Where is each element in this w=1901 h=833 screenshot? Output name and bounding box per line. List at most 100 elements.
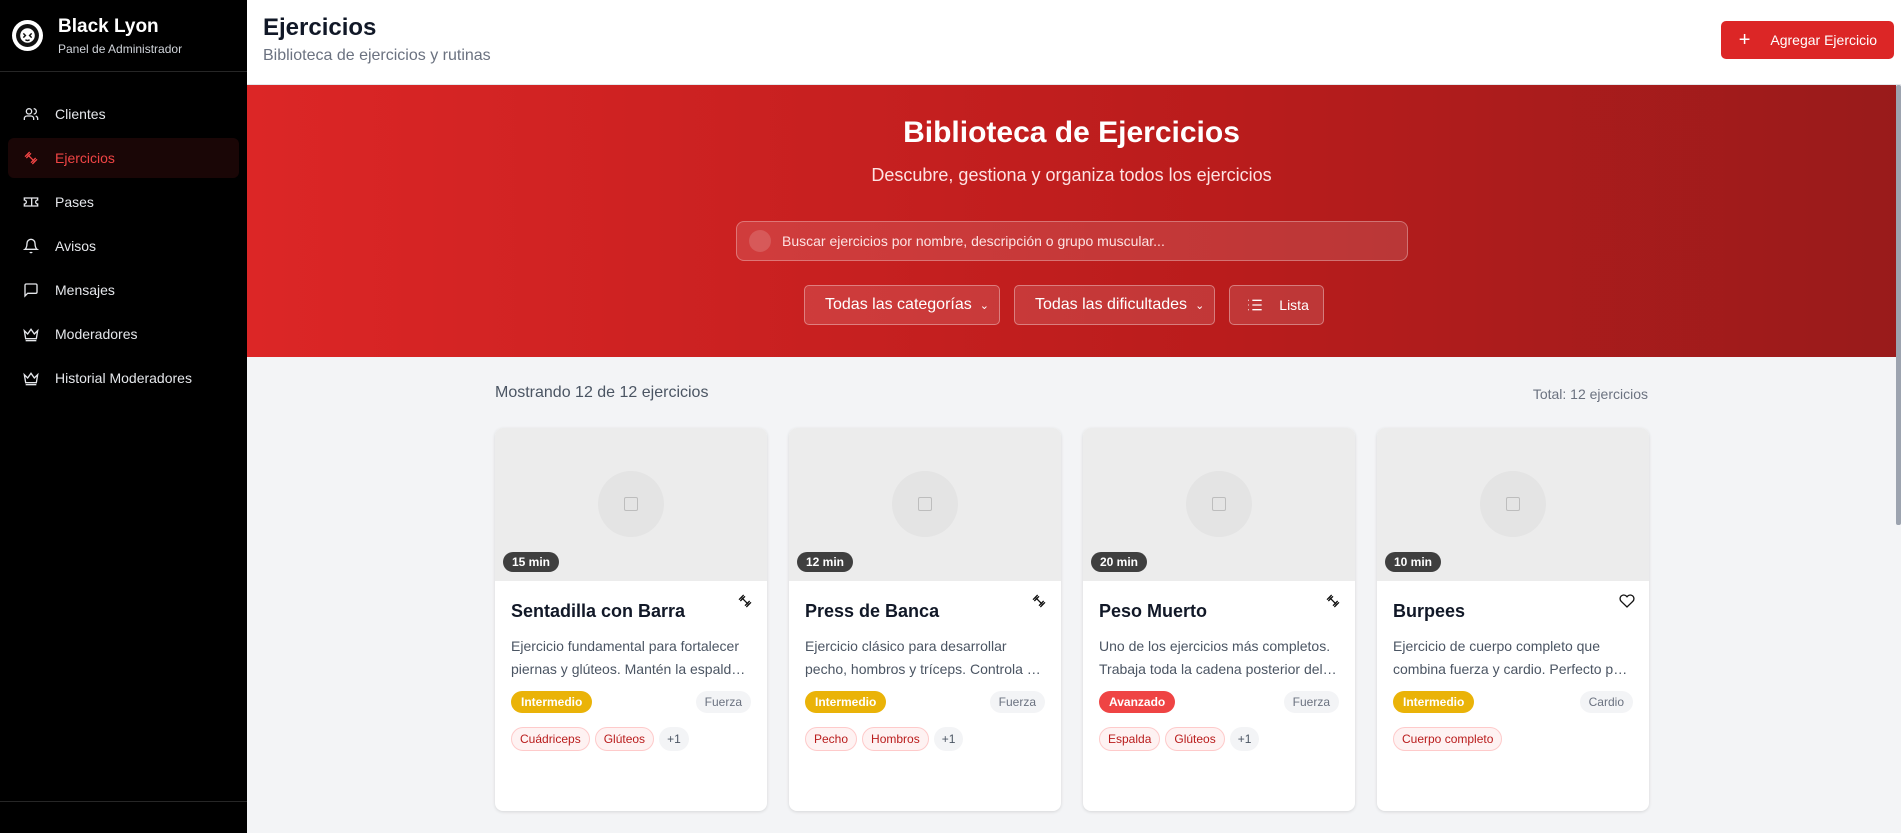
more-tags-badge: +1 xyxy=(933,727,964,751)
sidebar-item-ejercicios[interactable]: Ejercicios xyxy=(8,138,239,178)
category-badge: Fuerza xyxy=(989,691,1045,713)
brand-subtitle: Panel de Administrador xyxy=(58,41,183,56)
sidebar-item-clientes[interactable]: Clientes xyxy=(8,94,239,134)
exercise-image-placeholder: 12 min xyxy=(789,428,1061,581)
duration-badge: 12 min xyxy=(797,552,854,572)
users-icon xyxy=(23,108,39,120)
difficulty-badge: Avanzado xyxy=(1099,691,1176,713)
hero-banner: Biblioteca de Ejercicios Descubre, gesti… xyxy=(247,85,1896,357)
description-line: combina fuerza y cardio. Perfecto para q… xyxy=(1393,661,1633,677)
page-title: Ejercicios xyxy=(263,14,377,41)
page-subtitle: Biblioteca de ejercicios y rutinas xyxy=(263,47,491,64)
exercise-card[interactable]: 15 min Sentadilla con Barra Ejercicio fu… xyxy=(495,428,767,811)
dumbbell-icon[interactable] xyxy=(737,593,753,614)
message-icon xyxy=(24,283,38,298)
description-line: Ejercicio fundamental para fortalecer xyxy=(511,638,740,654)
dumbbell-icon xyxy=(24,151,38,165)
scrollbar[interactable] xyxy=(1896,85,1901,525)
brand: Black Lyon Panel de Administrador xyxy=(0,0,247,72)
duration-badge: 20 min xyxy=(1091,552,1148,572)
muscle-tag: Espalda xyxy=(1099,727,1161,751)
crown-icon xyxy=(23,372,39,386)
difficulty-select-value: Todas las dificultades xyxy=(1034,296,1188,313)
filters: Todas las categorías ⌄ Todas las dificul… xyxy=(804,285,1325,325)
sidebar-item-avisos[interactable]: Avisos xyxy=(8,226,239,266)
heart-icon[interactable] xyxy=(1619,593,1635,614)
sidebar-item-label: Pases xyxy=(55,194,94,210)
list-icon xyxy=(1248,299,1262,311)
image-placeholder-icon xyxy=(1480,471,1546,537)
add-exercise-button[interactable]: + Agregar Ejercicio xyxy=(1720,21,1894,59)
results-count: Mostrando 12 de 12 ejercicios xyxy=(495,384,709,401)
results-total: Total: 12 ejercicios xyxy=(1532,386,1648,402)
exercise-card[interactable]: 10 min Burpees Ejercicio de cuerpo compl… xyxy=(1377,428,1649,811)
description-line: Ejercicio de cuerpo completo que xyxy=(1393,638,1601,654)
sidebar: Black Lyon Panel de Administrador Client… xyxy=(0,0,247,833)
description-line: pecho, hombros y tríceps. Controla el pe… xyxy=(805,661,1045,677)
exercise-title: Peso Muerto xyxy=(1099,601,1208,621)
search-icon xyxy=(749,230,771,252)
sidebar-item-label: Ejercicios xyxy=(55,150,115,166)
sidebar-item-label: Avisos xyxy=(55,238,96,254)
category-select[interactable]: Todas las categorías ⌄ xyxy=(804,285,1000,325)
image-placeholder-icon xyxy=(892,471,958,537)
image-placeholder-icon xyxy=(598,471,664,537)
sidebar-item-label: Mensajes xyxy=(55,282,115,298)
search-input[interactable] xyxy=(782,233,1382,249)
more-tags-badge: +1 xyxy=(659,727,689,751)
difficulty-badge: Intermedio xyxy=(805,691,887,713)
exercise-title: Burpees xyxy=(1393,601,1466,621)
sidebar-item-label: Moderadores xyxy=(55,326,138,342)
exercise-image-placeholder: 10 min xyxy=(1377,428,1649,581)
exercise-title: Press de Banca xyxy=(805,601,940,621)
duration-badge: 15 min xyxy=(503,552,560,572)
muscle-tags: Pecho Hombros +1 xyxy=(805,727,1045,751)
sidebar-item-label: Clientes xyxy=(55,106,106,122)
description-line: Trabaja toda la cadena posterior del cue… xyxy=(1099,661,1339,677)
list-view-button[interactable]: Lista xyxy=(1229,285,1325,325)
category-badge: Fuerza xyxy=(695,691,751,713)
exercise-description: Uno de los ejercicios más completos. Tra… xyxy=(1099,635,1339,681)
difficulty-select[interactable]: Todas las dificultades ⌄ xyxy=(1013,285,1216,325)
hero-title: Biblioteca de Ejercicios xyxy=(903,116,1240,149)
crown-icon xyxy=(23,328,39,342)
muscle-tags: Espalda Glúteos +1 xyxy=(1099,727,1339,751)
dumbbell-icon[interactable] xyxy=(1325,593,1341,614)
category-select-value: Todas las categorías xyxy=(825,296,972,313)
lion-logo-icon xyxy=(12,20,43,51)
plus-icon: + xyxy=(1738,29,1751,51)
dumbbell-icon[interactable] xyxy=(1031,593,1047,614)
image-placeholder-icon xyxy=(1186,471,1252,537)
sidebar-item-moderadores[interactable]: Moderadores xyxy=(8,314,239,354)
description-line: piernas y glúteos. Mantén la espalda rec… xyxy=(511,661,751,677)
sidebar-item-mensajes[interactable]: Mensajes xyxy=(8,270,239,310)
sidebar-nav: Clientes Ejercicios Pases Avisos Mensaje… xyxy=(0,72,247,398)
hero-subtitle: Descubre, gestiona y organiza todos los … xyxy=(871,165,1272,185)
bell-icon xyxy=(23,238,39,254)
exercise-description: Ejercicio clásico para desarrollar pecho… xyxy=(805,635,1045,681)
duration-badge: 10 min xyxy=(1385,552,1442,572)
difficulty-badge: Intermedio xyxy=(1393,691,1475,713)
exercise-grid: 15 min Sentadilla con Barra Ejercicio fu… xyxy=(495,428,1671,811)
exercise-image-placeholder: 15 min xyxy=(495,428,767,581)
muscle-tag: Glúteos xyxy=(594,727,655,751)
category-badge: Fuerza xyxy=(1283,691,1339,713)
list-view-label: Lista xyxy=(1279,297,1309,313)
exercise-description: Ejercicio de cuerpo completo que combina… xyxy=(1393,635,1633,681)
sidebar-divider xyxy=(0,801,247,802)
sidebar-item-label: Historial Moderadores xyxy=(55,370,192,386)
description-line: Uno de los ejercicios más completos. xyxy=(1099,638,1331,654)
sidebar-item-historial-moderadores[interactable]: Historial Moderadores xyxy=(8,358,239,398)
page-header: Ejercicios Biblioteca de ejercicios y ru… xyxy=(247,0,1901,85)
more-tags-badge: +1 xyxy=(1229,727,1260,751)
exercise-card[interactable]: 12 min Press de Banca Ejercicio clásico … xyxy=(789,428,1061,811)
muscle-tags: Cuerpo completo xyxy=(1393,727,1633,751)
exercise-card[interactable]: 20 min Peso Muerto Uno de los ejercicios… xyxy=(1083,428,1355,811)
ticket-icon xyxy=(23,197,39,207)
muscle-tag: Cuádriceps xyxy=(511,727,590,751)
exercise-title: Sentadilla con Barra xyxy=(511,601,686,621)
search-box xyxy=(736,221,1408,261)
add-exercise-label: Agregar Ejercicio xyxy=(1770,32,1877,48)
exercise-description: Ejercicio fundamental para fortalecer pi… xyxy=(511,635,751,681)
sidebar-item-pases[interactable]: Pases xyxy=(8,182,239,222)
